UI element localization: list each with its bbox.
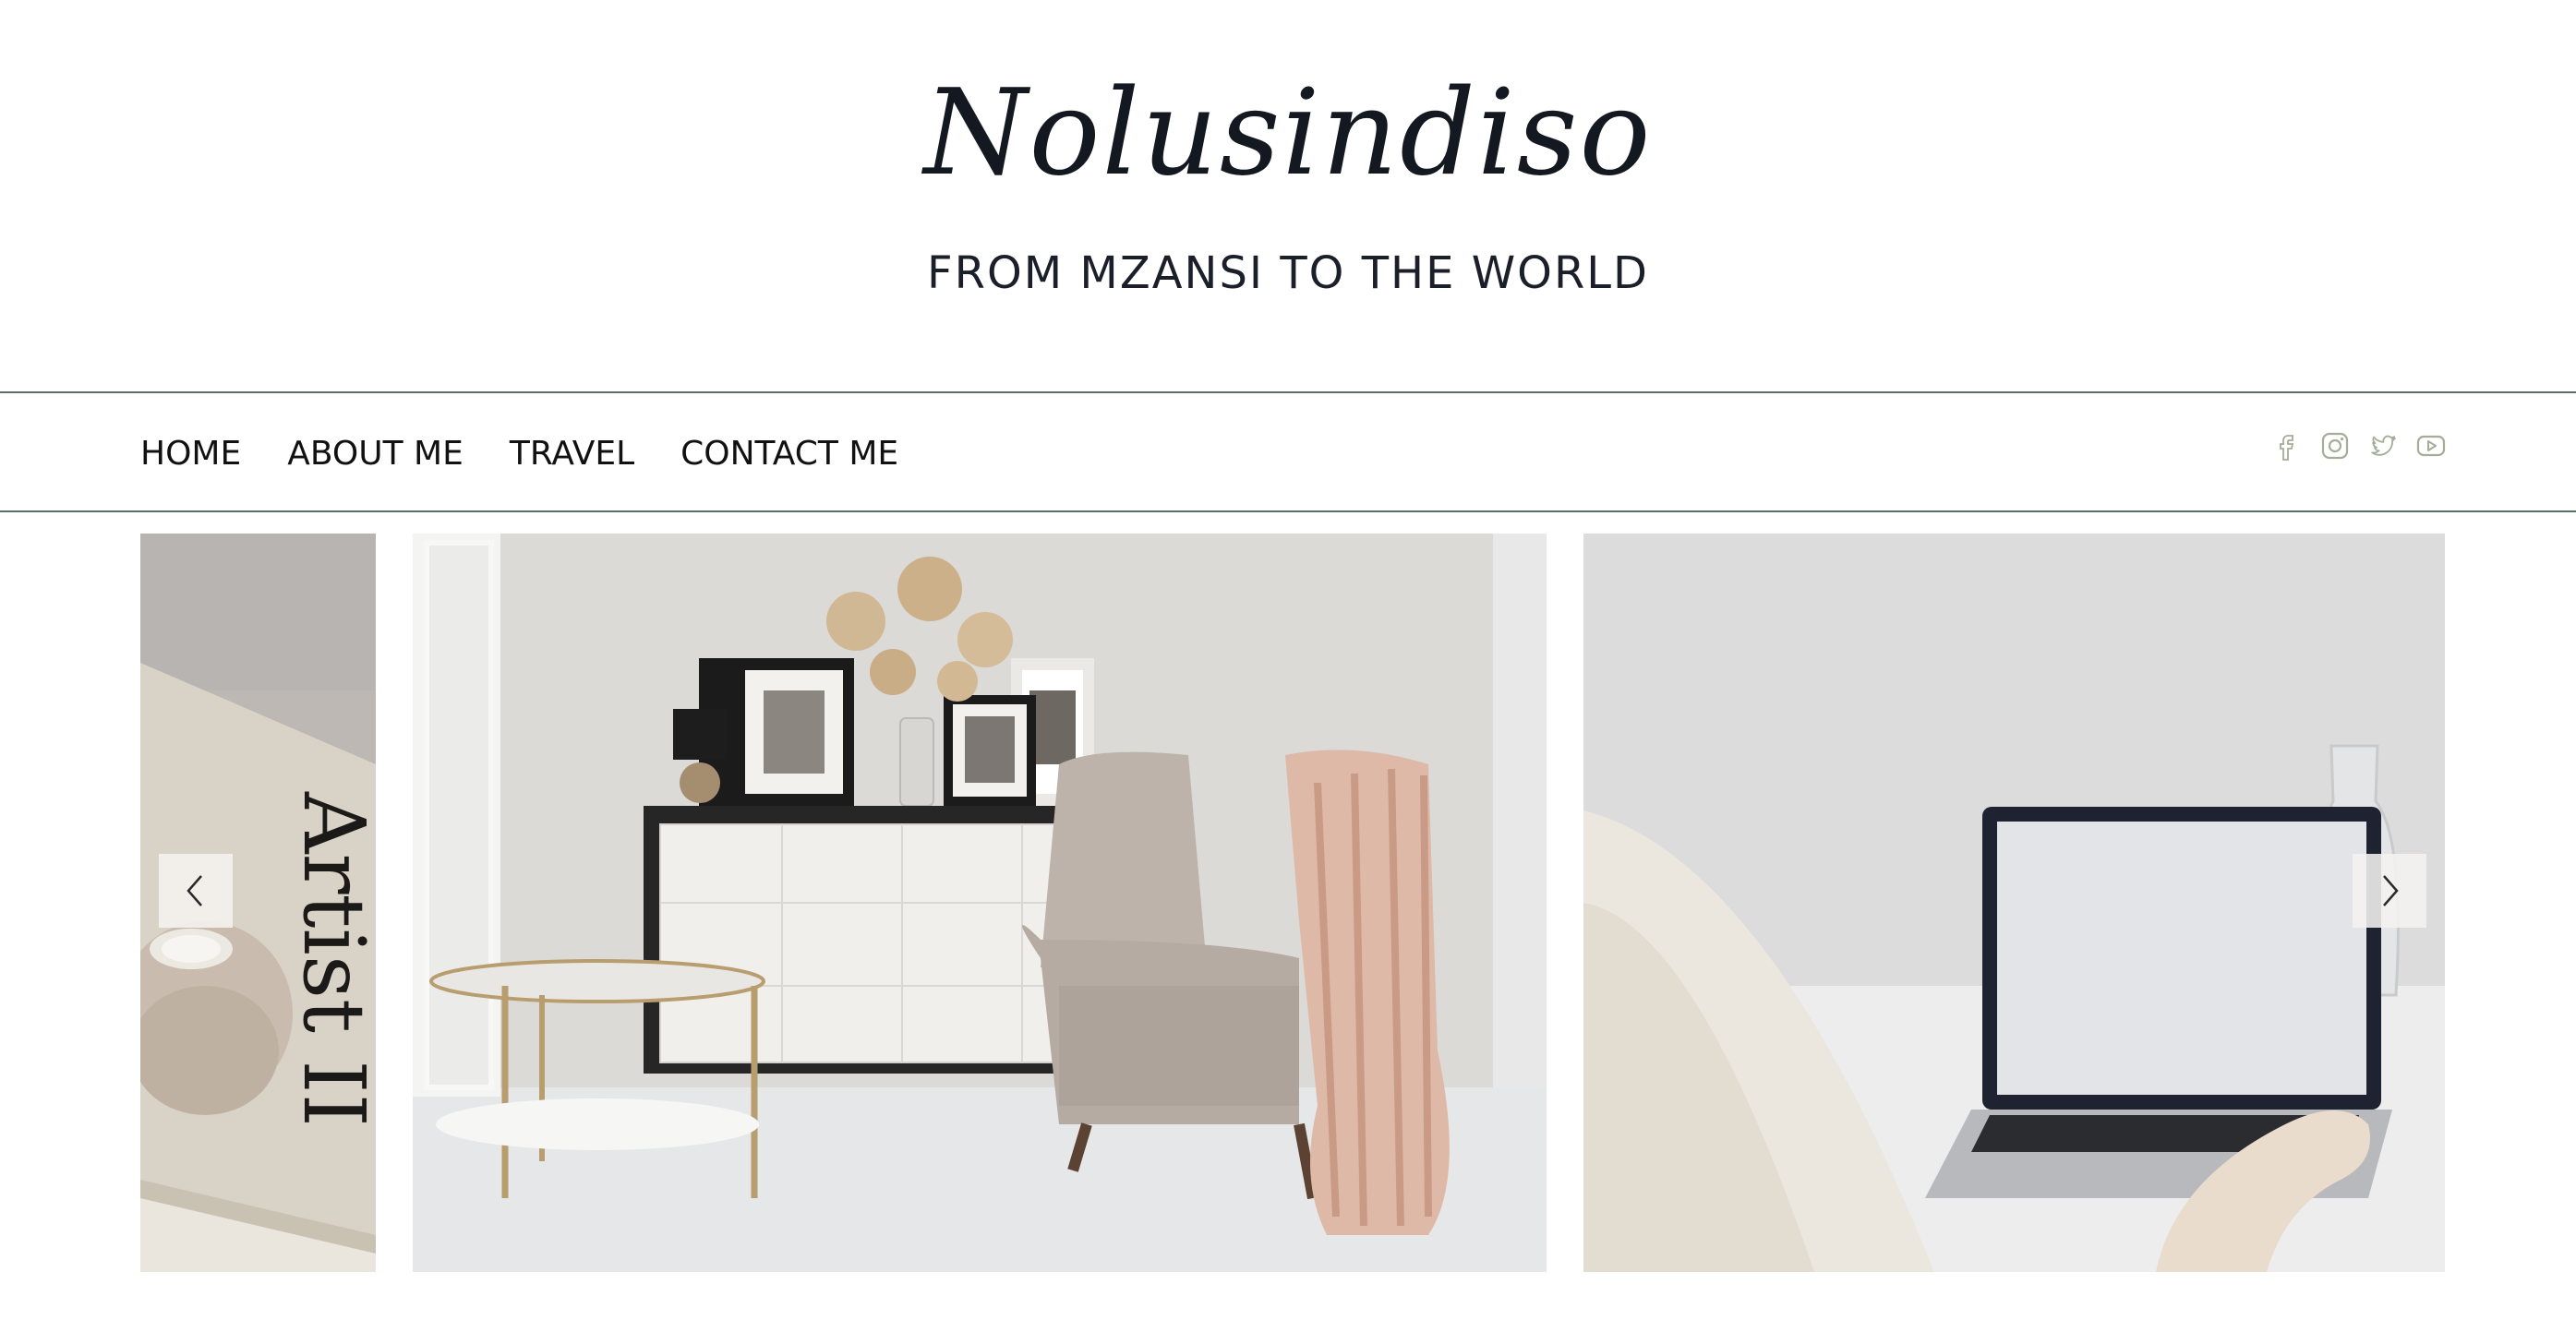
- gallery-slide-living-room[interactable]: [413, 534, 1547, 1272]
- book-cover-text: Artist II: [284, 791, 376, 1127]
- twitter-icon[interactable]: [2367, 430, 2399, 462]
- youtube-icon[interactable]: [2415, 430, 2447, 462]
- carousel-next-button[interactable]: [2353, 854, 2426, 928]
- nav-item-home[interactable]: HOME: [140, 434, 241, 474]
- laptop-desk-photo: [1583, 534, 2445, 1272]
- nav-item-contact-me[interactable]: CONTACT ME: [680, 434, 898, 474]
- nav-links: HOME ABOUT ME TRAVEL CONTACT ME: [140, 434, 945, 474]
- site-logo-title[interactable]: Nolusindiso: [0, 65, 2576, 203]
- instagram-icon[interactable]: [2319, 430, 2351, 462]
- image-gallery-carousel[interactable]: Artist II: [140, 534, 2445, 1272]
- social-links: [2255, 430, 2447, 462]
- site-header: Nolusindiso FROM MZANSI TO THE WORLD: [0, 0, 2576, 391]
- living-room-photo: [413, 534, 1547, 1272]
- carousel-prev-button[interactable]: [159, 854, 233, 928]
- main-navigation: HOME ABOUT ME TRAVEL CONTACT ME: [0, 391, 2576, 512]
- nav-item-travel[interactable]: TRAVEL: [510, 434, 634, 474]
- gallery-slide-laptop-desk[interactable]: [1583, 534, 2445, 1272]
- chevron-left-icon: [187, 875, 202, 906]
- nav-item-about-me[interactable]: ABOUT ME: [287, 434, 463, 474]
- chevron-right-icon: [2383, 875, 2399, 906]
- facebook-icon[interactable]: [2271, 430, 2303, 462]
- site-tagline: FROM MZANSI TO THE WORLD: [927, 247, 1649, 299]
